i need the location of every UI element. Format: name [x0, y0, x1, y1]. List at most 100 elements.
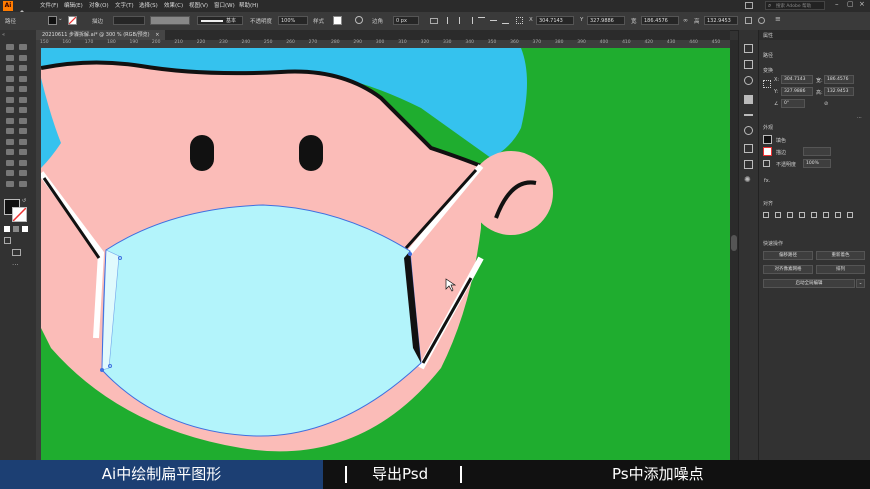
panel-x-input[interactable]: 304.7143: [781, 75, 813, 84]
rectangle-tool-icon[interactable]: [6, 86, 14, 92]
layers-panel-icon[interactable]: [744, 60, 753, 69]
align-right-icon[interactable]: [466, 17, 473, 24]
line-tool-icon[interactable]: [19, 75, 27, 82]
vertical-scrollbar[interactable]: [730, 40, 738, 460]
workspace-switcher-icon[interactable]: [745, 2, 753, 9]
align-center-icon[interactable]: [459, 17, 460, 24]
menu-view[interactable]: 视图(V): [189, 1, 208, 9]
fill-dropdown-icon[interactable]: ⌄: [58, 16, 63, 22]
panel-stroke-weight-input[interactable]: [803, 147, 831, 156]
panel-align-top-icon[interactable]: [799, 212, 805, 218]
panel-menu-icon[interactable]: ≡: [775, 15, 781, 23]
free-transform-tool-icon[interactable]: [19, 117, 27, 124]
lasso-tool-icon[interactable]: [19, 54, 27, 61]
menu-file[interactable]: 文件(F): [40, 1, 58, 9]
panel-stroke-swatch[interactable]: [763, 147, 772, 156]
blend-tool-icon[interactable]: [19, 149, 27, 155]
brush-definition-select[interactable]: 基本: [197, 16, 243, 25]
variable-width-select[interactable]: [150, 16, 190, 25]
transparency-panel-icon[interactable]: [744, 126, 753, 135]
eyedropper-tool-icon[interactable]: [6, 149, 14, 155]
stroke-color-box[interactable]: [12, 207, 27, 222]
stroke-panel-icon[interactable]: [744, 114, 753, 116]
magic-wand-tool-icon[interactable]: [6, 54, 14, 61]
minimize-icon[interactable]: –: [835, 0, 839, 8]
panel-align-hcenter-icon[interactable]: [775, 212, 781, 218]
panel-angle-input[interactable]: 0°: [781, 99, 805, 108]
menu-edit[interactable]: 编辑(E): [64, 1, 83, 9]
h-input[interactable]: 132.9453: [704, 16, 738, 25]
start-global-edit-button[interactable]: 启动全局编辑: [763, 279, 855, 288]
corner-input[interactable]: 0 px: [393, 16, 419, 25]
more-tools-icon[interactable]: ···: [12, 261, 19, 269]
panel-fill-swatch[interactable]: [763, 135, 772, 144]
panel-reference-point-icon[interactable]: [763, 80, 771, 88]
scrollbar-thumb[interactable]: [731, 235, 737, 251]
draw-mode-icon[interactable]: [4, 237, 11, 244]
artboard-canvas[interactable]: [41, 48, 730, 460]
panel-more-icon[interactable]: ···: [857, 115, 862, 121]
shape-builder-tool-icon[interactable]: [6, 128, 14, 134]
direct-selection-tool-icon[interactable]: [19, 44, 27, 50]
color-mode-button[interactable]: [4, 226, 10, 232]
gradient-tool-icon[interactable]: [19, 138, 27, 145]
panel-shear-icon[interactable]: ⊘: [824, 101, 828, 107]
shaper-tool-icon[interactable]: [6, 96, 14, 103]
panel-align-right-icon[interactable]: [787, 212, 793, 218]
panel-h-input[interactable]: 132.9453: [824, 87, 854, 96]
arrange-button[interactable]: 排列: [816, 265, 865, 274]
panel-distribute-icon[interactable]: [835, 212, 841, 218]
menu-select[interactable]: 选择(S): [139, 1, 158, 9]
menu-window[interactable]: 窗口(W): [214, 1, 235, 9]
perspective-tool-icon[interactable]: [19, 128, 27, 134]
link-proportions-icon[interactable]: ∞: [683, 17, 688, 24]
eraser-tool-icon[interactable]: [19, 96, 27, 103]
panel-align-vcenter-icon[interactable]: [811, 212, 817, 218]
close-icon[interactable]: ×: [859, 0, 865, 8]
align-to-icon[interactable]: [430, 18, 438, 24]
panel-align-left-icon[interactable]: [763, 212, 769, 218]
stroke-weight-input[interactable]: [113, 16, 145, 25]
menu-type[interactable]: 文字(T): [115, 1, 134, 9]
none-mode-button[interactable]: [22, 226, 28, 232]
curvature-tool-icon[interactable]: [19, 65, 27, 71]
align-middle-icon[interactable]: [490, 20, 497, 21]
offset-path-button[interactable]: 偏移路径: [763, 251, 813, 260]
panel-stroke-label[interactable]: 描边: [776, 149, 786, 156]
global-edit-options-button[interactable]: ⌄: [856, 279, 865, 288]
illustration[interactable]: [41, 48, 730, 460]
maximize-icon[interactable]: ▢: [847, 0, 854, 8]
recolor-button[interactable]: 重新着色: [816, 251, 865, 260]
symbol-sprayer-tool-icon[interactable]: [6, 159, 14, 166]
appearance-panel-icon[interactable]: [744, 144, 753, 153]
rotate-tool-icon[interactable]: [6, 107, 14, 113]
fill-swatch[interactable]: [48, 16, 57, 25]
opacity-label[interactable]: 不透明度: [250, 17, 272, 25]
panel-w-input[interactable]: 186.4576: [824, 75, 854, 84]
hand-tool-icon[interactable]: [6, 180, 14, 187]
graph-tool-icon[interactable]: [19, 159, 27, 166]
selection-tool-icon[interactable]: [6, 44, 14, 50]
panel-align-bottom-icon[interactable]: [823, 212, 829, 218]
graphic-style-swatch[interactable]: [333, 16, 342, 25]
graphic-styles-panel-icon[interactable]: [744, 160, 753, 169]
properties-panel-icon[interactable]: [744, 44, 753, 53]
gradient-mode-button[interactable]: [13, 226, 19, 232]
menu-help[interactable]: 帮助(H): [239, 1, 258, 9]
paintbrush-tool-icon[interactable]: [19, 86, 27, 92]
panel-opacity-input[interactable]: 100%: [803, 159, 831, 168]
color-panel-icon[interactable]: [744, 95, 753, 104]
recolor-icon[interactable]: [355, 16, 363, 24]
transform-options-icon[interactable]: [745, 17, 752, 24]
stroke-swatch[interactable]: [68, 16, 77, 25]
align-top-icon[interactable]: [478, 17, 485, 24]
artboard-tool-icon[interactable]: [6, 170, 14, 176]
swap-colors-icon[interactable]: ↺: [22, 198, 26, 204]
type-tool-icon[interactable]: [6, 75, 14, 82]
width-tool-icon[interactable]: [6, 117, 14, 124]
panel-tab-properties[interactable]: 属性: [763, 32, 773, 39]
mesh-tool-icon[interactable]: [6, 138, 14, 145]
align-pixel-grid-button[interactable]: 对齐像素网格: [763, 265, 813, 274]
home-icon[interactable]: [18, 2, 26, 16]
menu-object[interactable]: 对象(O): [89, 1, 109, 9]
